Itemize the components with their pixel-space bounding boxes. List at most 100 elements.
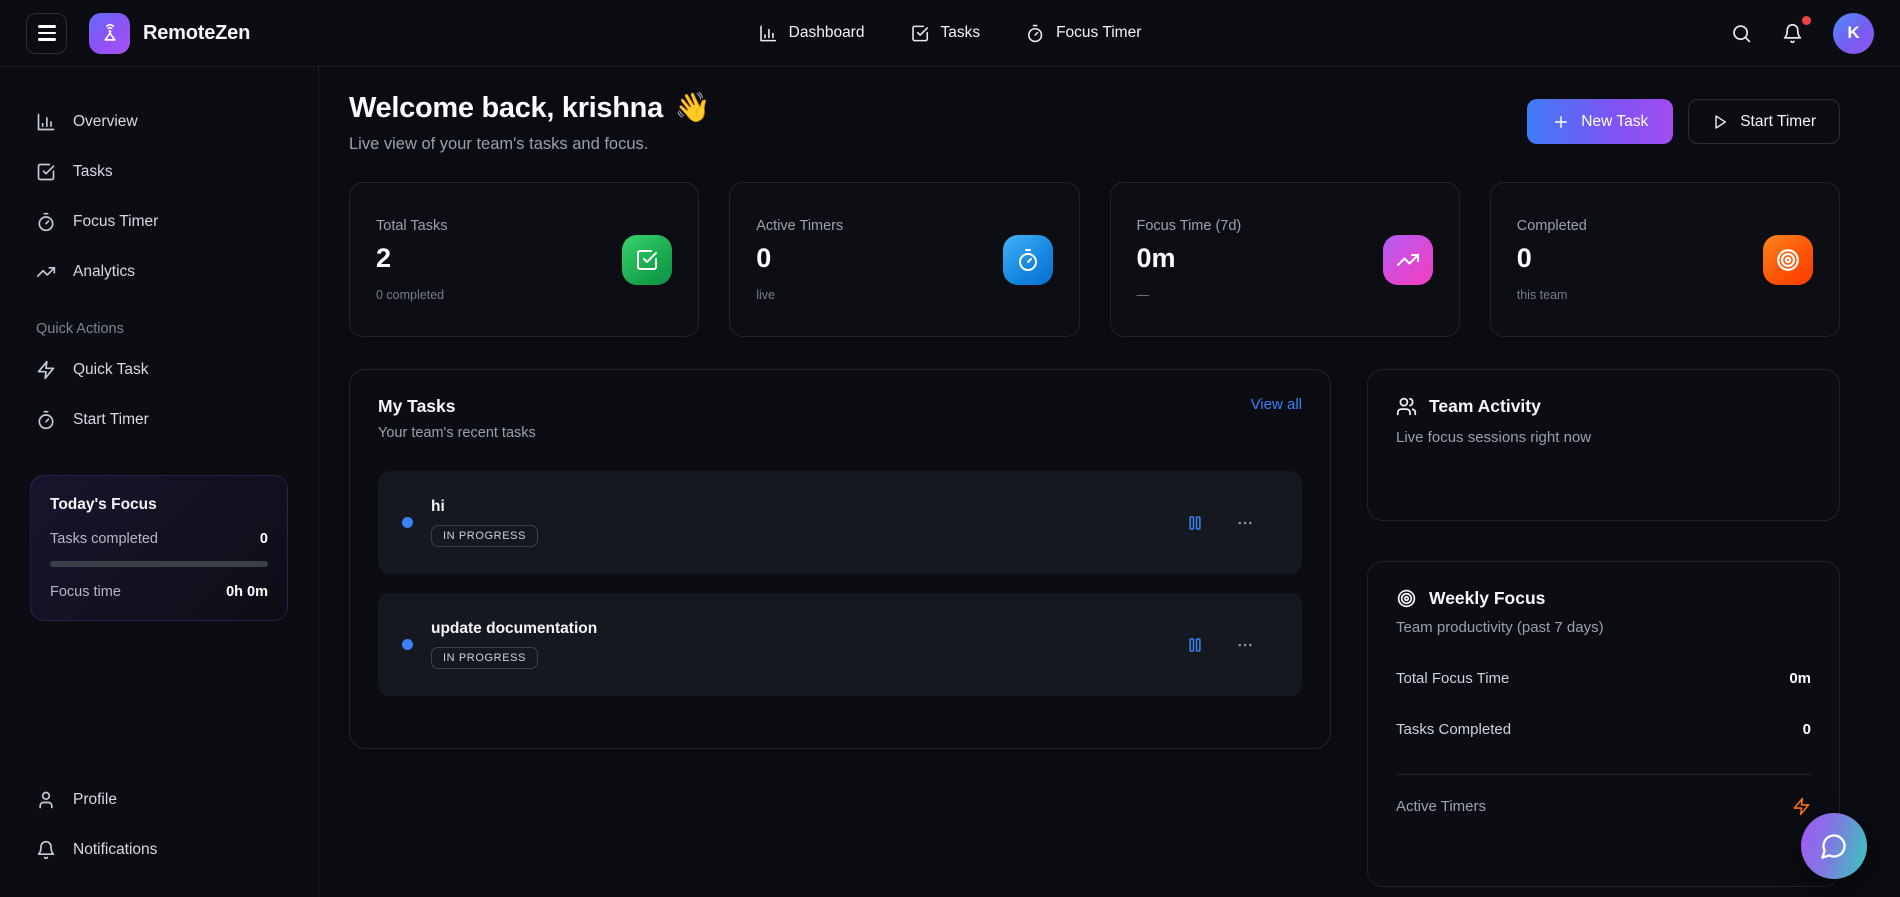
quick-actions-heading: Quick Actions [36, 321, 124, 337]
weekly-focus-title: Weekly Focus [1429, 588, 1546, 608]
more-options-icon[interactable] [1236, 514, 1254, 532]
stat-label: Completed [1516, 217, 1587, 234]
stat-card-active-timers: Active Timers 0 live [729, 182, 1080, 337]
focus-time-label: Focus time [50, 584, 121, 600]
notification-dot [1802, 15, 1811, 25]
topnav-focus-timer[interactable]: Focus Timer [1026, 24, 1141, 43]
new-task-label: New Task [1581, 112, 1649, 130]
sidebar-item-label: Tasks [73, 163, 113, 180]
stat-value: 0 [1516, 242, 1532, 273]
stats-row: Total Tasks 2 0 completed Active Timers … [349, 182, 1840, 337]
sidebar: Overview Tasks Focus Timer Analytics Qui… [0, 67, 319, 897]
sidebar-item-profile[interactable]: Profile [24, 775, 294, 825]
brand-name: RemoteZen [143, 21, 251, 44]
stat-card-completed: Completed 0 this team [1489, 182, 1840, 337]
top-nav: Dashboard Tasks Focus Timer [759, 24, 1141, 43]
task-title: update documentation [431, 620, 598, 637]
pause-icon[interactable] [1186, 636, 1204, 654]
todays-focus-card: Today's Focus Tasks completed 0 Focus ti… [30, 475, 288, 621]
check-square-icon [912, 25, 928, 41]
stat-sub: this team [1516, 287, 1568, 302]
sidebar-item-overview[interactable]: Overview [24, 97, 294, 147]
welcome-block: Welcome back, krishna 👋 Live view of you… [349, 91, 711, 154]
divider [1396, 774, 1811, 775]
sidebar-item-quick-task[interactable]: Quick Task [24, 345, 294, 395]
view-all-link[interactable]: View all [1251, 396, 1302, 413]
start-timer-button[interactable]: Start Timer [1688, 99, 1840, 144]
topnav-dashboard[interactable]: Dashboard [759, 24, 865, 43]
bell-icon [37, 840, 55, 860]
zap-icon [37, 360, 55, 380]
sidebar-item-label: Profile [73, 791, 117, 808]
chat-bubble-icon[interactable] [1801, 813, 1867, 879]
task-status-dot [402, 517, 413, 528]
check-square-icon [622, 234, 673, 285]
task-status-badge: IN PROGRESS [431, 647, 539, 669]
stat-card-total-tasks: Total Tasks 2 0 completed [349, 182, 700, 337]
sidebar-item-tasks[interactable]: Tasks [24, 147, 294, 197]
page-title: Welcome back, krishna 👋 [349, 91, 711, 125]
total-focus-time-value: 0m [1789, 670, 1811, 687]
stat-label: Total Tasks [376, 217, 448, 234]
task-row[interactable]: update documentation IN PROGRESS [378, 593, 1302, 696]
sidebar-item-label: Quick Task [73, 361, 149, 378]
bar-chart-icon [37, 113, 55, 131]
stat-sub: — [1136, 287, 1150, 302]
timer-icon [38, 212, 54, 232]
stat-label: Focus Time (7d) [1136, 217, 1242, 234]
new-task-button[interactable]: New Task [1527, 99, 1674, 144]
pause-icon[interactable] [1186, 514, 1204, 532]
team-activity-card: Team Activity Live focus sessions right … [1367, 369, 1840, 521]
topbar-right: K [1731, 12, 1874, 54]
sidebar-item-notifications[interactable]: Notifications [24, 825, 294, 875]
stat-value: 0m [1136, 242, 1176, 273]
weekly-focus-card: Weekly Focus Team productivity (past 7 d… [1367, 561, 1840, 887]
active-timers-label: Active Timers [1396, 798, 1487, 815]
notifications-bell-icon[interactable] [1782, 15, 1811, 44]
search-icon[interactable] [1731, 23, 1752, 44]
app-logo-icon [89, 12, 130, 54]
users-icon [1396, 397, 1417, 416]
sidebar-item-label: Start Timer [73, 411, 149, 428]
task-status-dot [402, 639, 413, 650]
weekly-focus-subtitle: Team productivity (past 7 days) [1396, 619, 1604, 636]
target-icon [1397, 589, 1416, 608]
task-row[interactable]: hi IN PROGRESS [378, 471, 1302, 574]
main-content: Welcome back, krishna 👋 Live view of you… [319, 67, 1900, 897]
stat-label: Active Timers [756, 217, 844, 234]
topnav-dashboard-label: Dashboard [788, 24, 865, 41]
tasks-completed-label: Tasks Completed [1396, 721, 1512, 738]
user-avatar[interactable]: K [1833, 12, 1874, 54]
sidebar-item-analytics[interactable]: Analytics [24, 247, 294, 297]
team-activity-title: Team Activity [1429, 396, 1541, 416]
sidebar-item-label: Overview [73, 113, 138, 130]
wave-emoji: 👋 [674, 92, 711, 124]
brand: RemoteZen [89, 12, 251, 54]
task-list: hi IN PROGRESS update documentation IN P… [378, 471, 1302, 696]
stat-sub: live [756, 287, 776, 302]
user-icon [39, 791, 53, 809]
tasks-completed-value: 0 [1802, 721, 1811, 738]
total-focus-time-label: Total Focus Time [1396, 670, 1510, 687]
my-tasks-subtitle: Your team's recent tasks [378, 425, 536, 441]
play-icon [1715, 114, 1727, 129]
trending-up-icon [36, 267, 56, 277]
stat-sub: 0 completed [376, 287, 445, 302]
hamburger-menu-button[interactable] [26, 12, 67, 54]
task-title: hi [431, 498, 445, 515]
target-icon [1763, 234, 1813, 285]
more-options-icon[interactable] [1236, 636, 1254, 654]
plus-icon [1555, 115, 1568, 128]
page-subtitle: Live view of your team's tasks and focus… [349, 135, 649, 153]
sidebar-item-start-timer[interactable]: Start Timer [24, 395, 294, 445]
stat-card-focus-time: Focus Time (7d) 0m — [1109, 182, 1460, 337]
sidebar-item-focus-timer[interactable]: Focus Timer [24, 197, 294, 247]
sidebar-item-label: Focus Timer [73, 213, 159, 230]
timer-icon [38, 410, 54, 430]
zap-icon [1792, 797, 1811, 816]
tasks-completed-value: 0 [259, 531, 268, 547]
top-bar: RemoteZen Dashboard Tasks Focus Timer K [0, 0, 1900, 67]
topnav-tasks[interactable]: Tasks [910, 24, 980, 43]
timer-icon [1002, 234, 1053, 285]
start-timer-label: Start Timer [1740, 112, 1816, 130]
